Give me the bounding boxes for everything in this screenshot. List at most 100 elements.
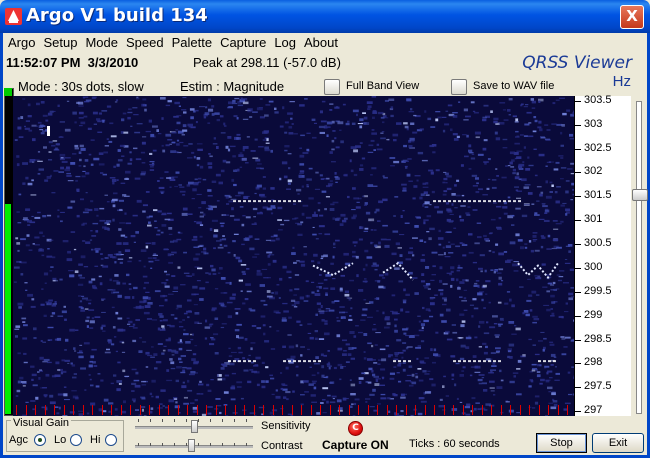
- save-wav-label[interactable]: Save to WAV file: [473, 80, 554, 92]
- menu-setup[interactable]: Setup: [39, 34, 81, 52]
- slider-tick: [138, 443, 139, 446]
- menu-log[interactable]: Log: [270, 34, 300, 52]
- hi-radio[interactable]: [105, 434, 117, 446]
- ruler-tick: [44, 405, 46, 415]
- scale-tick: [575, 220, 581, 222]
- slider-tick: [174, 419, 175, 422]
- ruler-tick: [25, 405, 27, 415]
- ruler-tick: [225, 405, 226, 415]
- ruler-tick: [472, 405, 473, 415]
- scale-tick: [575, 244, 581, 246]
- ruler-tick: [63, 405, 65, 415]
- lo-radio[interactable]: [70, 434, 82, 446]
- display-slider-track[interactable]: [636, 101, 642, 414]
- sensitivity-label: Sensitivity: [261, 420, 311, 432]
- scale-tick: [575, 100, 581, 102]
- ruler-tick: [82, 405, 84, 415]
- ruler-tick: [244, 405, 245, 415]
- menu-argo[interactable]: Argo: [4, 34, 39, 52]
- scale-label: 301: [584, 213, 603, 226]
- ruler-tick: [348, 405, 350, 415]
- scale-tick: [575, 124, 581, 126]
- ruler-tick: [272, 405, 274, 415]
- ruler-tick: [567, 405, 568, 415]
- ruler-tick: [405, 405, 407, 415]
- menu-speed[interactable]: Speed: [122, 34, 168, 52]
- slider-tick: [222, 419, 223, 422]
- scale-label: 298.5: [584, 332, 612, 345]
- slider-tick: [150, 443, 151, 446]
- scale-label: 297.5: [584, 380, 612, 393]
- scale-tick: [575, 387, 581, 389]
- ruler-tick: [339, 405, 340, 415]
- visual-gain-label: Visual Gain: [11, 417, 72, 429]
- scale-tick: [575, 148, 581, 150]
- ticks-readout: Ticks : 60 seconds: [409, 438, 500, 450]
- ruler-tick: [177, 405, 179, 415]
- agc-radio[interactable]: [34, 434, 46, 446]
- slider-tick: [246, 419, 247, 422]
- ruler-tick: [367, 405, 369, 415]
- capture-led-icon: C: [348, 421, 363, 436]
- ruler-tick: [529, 405, 530, 415]
- slider-tick: [210, 419, 211, 422]
- menu-palette[interactable]: Palette: [168, 34, 216, 52]
- slider-tick: [246, 443, 247, 446]
- scale-tick: [575, 363, 581, 365]
- ruler-tick: [519, 405, 521, 415]
- full-band-view-label[interactable]: Full Band View: [346, 80, 419, 92]
- ruler-tick: [320, 405, 321, 415]
- capture-led-glyph: C: [352, 423, 359, 433]
- ruler-tick: [358, 405, 359, 415]
- slider-tick: [222, 443, 223, 446]
- slider-tick: [234, 443, 235, 446]
- slider-tick: [186, 419, 187, 422]
- scale-tick: [575, 196, 581, 198]
- slider-tick: [198, 419, 199, 422]
- ruler-tick: [386, 405, 388, 415]
- scale-label: 299: [584, 308, 603, 321]
- ruler-tick: [282, 405, 283, 415]
- save-wav-toggle[interactable]: [451, 79, 467, 95]
- ruler-tick: [462, 405, 464, 415]
- scale-tick: [575, 172, 581, 174]
- lo-label: Lo: [54, 434, 67, 446]
- stop-button[interactable]: Stop: [536, 433, 587, 453]
- ruler-tick: [263, 405, 264, 415]
- menu-mode[interactable]: Mode: [81, 34, 122, 52]
- ruler-tick: [215, 405, 217, 415]
- slider-tick: [186, 443, 187, 446]
- exit-button[interactable]: Exit: [592, 433, 644, 453]
- ruler-tick: [453, 405, 454, 415]
- menu-capture[interactable]: Capture: [216, 34, 270, 52]
- menu-about[interactable]: About: [300, 34, 342, 52]
- scale-tick: [575, 267, 581, 269]
- ruler-tick: [16, 405, 17, 415]
- scale-label: 302.5: [584, 141, 612, 154]
- contrast-thumb[interactable]: [188, 439, 195, 452]
- peak-readout: Peak at 298.11 (-57.0 dB): [193, 55, 341, 70]
- scale-label: 298: [584, 356, 603, 369]
- estimator-readout: Estim : Magnitude: [180, 79, 285, 94]
- ruler-tick: [101, 405, 103, 415]
- ruler-tick: [35, 405, 36, 415]
- slider-tick: [162, 419, 163, 422]
- title-bar[interactable]: Argo V1 build 134 X: [0, 0, 650, 33]
- waterfall-display[interactable]: [13, 96, 574, 416]
- status-line: 11:52:07 PM 3/3/2010 Peak at 298.11 (-57…: [0, 53, 650, 75]
- level-meter-fill: [5, 204, 11, 414]
- mode-readout: Mode : 30s dots, slow: [18, 79, 144, 94]
- sensitivity-thumb[interactable]: [191, 420, 198, 433]
- scale-tick: [575, 411, 581, 413]
- display-slider-thumb[interactable]: [632, 189, 648, 202]
- time-tick-ruler: [13, 405, 574, 416]
- ruler-tick: [139, 405, 141, 415]
- ruler-tick: [196, 405, 198, 415]
- full-band-view-toggle[interactable]: [324, 79, 340, 95]
- ruler-tick: [130, 405, 131, 415]
- ruler-tick: [54, 405, 55, 415]
- ruler-tick: [149, 405, 150, 415]
- ruler-tick: [187, 405, 188, 415]
- close-button[interactable]: X: [620, 5, 644, 29]
- unit-label: Hz: [612, 73, 631, 90]
